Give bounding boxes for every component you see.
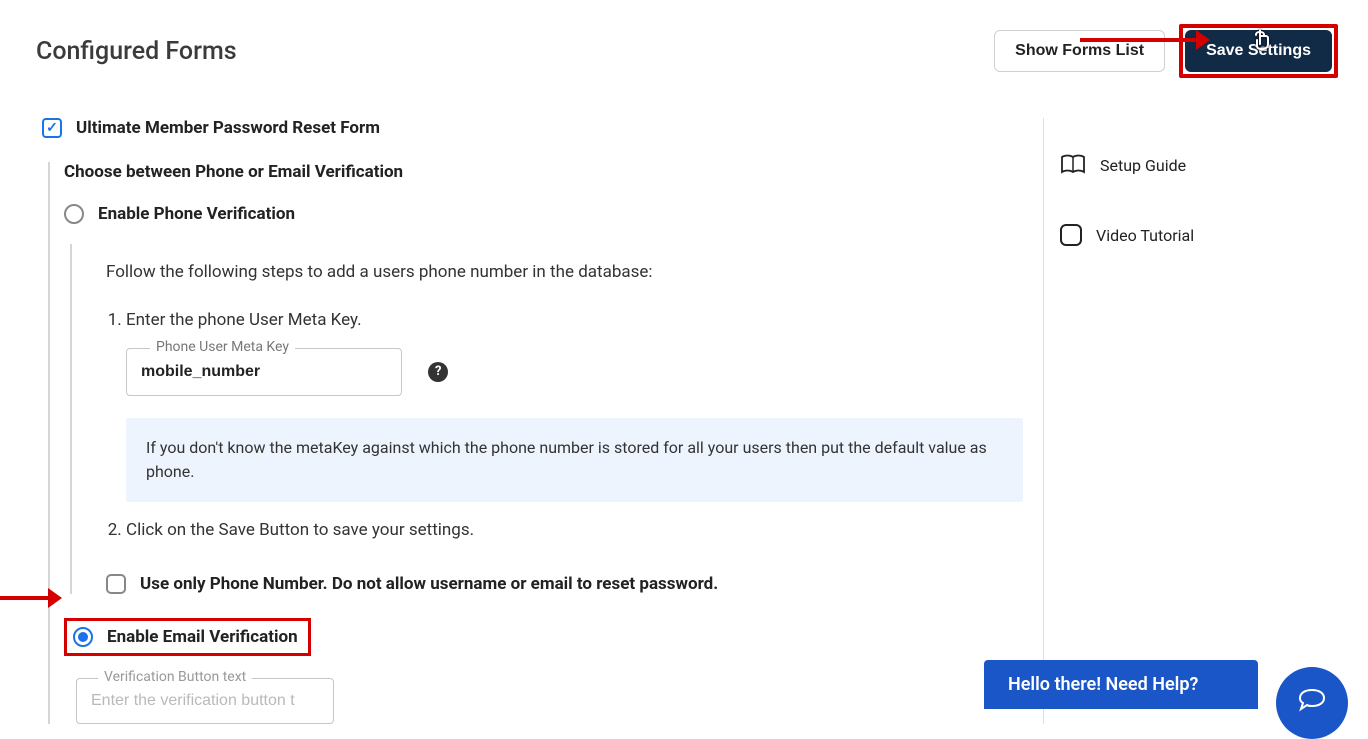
annotation-arrow-left — [0, 596, 48, 600]
phone-meta-key-label: Phone User Meta Key — [150, 339, 295, 355]
step-1: Enter the phone User Meta Key. Phone Use… — [126, 310, 1023, 502]
annotation-highlight-email: Enable Email Verification — [64, 618, 311, 656]
steps-intro-text: Follow the following steps to add a user… — [106, 262, 1023, 282]
cursor-icon — [1254, 28, 1272, 50]
enable-email-label: Enable Email Verification — [107, 627, 298, 647]
annotation-arrow-top — [1080, 38, 1196, 42]
page-title: Configured Forms — [36, 37, 237, 66]
book-icon — [1060, 154, 1086, 176]
help-icon[interactable]: ? — [428, 362, 448, 382]
form-enabled-checkbox[interactable] — [42, 118, 62, 138]
setup-guide-label: Setup Guide — [1100, 156, 1186, 175]
chat-fab-button[interactable] — [1276, 667, 1348, 739]
setup-guide-link[interactable]: Setup Guide — [1060, 154, 1338, 176]
video-tutorial-label: Video Tutorial — [1096, 226, 1194, 245]
verification-button-text-label: Verification Button text — [98, 669, 252, 685]
only-phone-checkbox[interactable] — [106, 574, 126, 594]
show-forms-list-button[interactable]: Show Forms List — [994, 30, 1165, 72]
phone-meta-key-input[interactable] — [126, 348, 402, 396]
enable-phone-label: Enable Phone Verification — [98, 204, 295, 224]
chat-icon — [1295, 686, 1329, 720]
form-enabled-label: Ultimate Member Password Reset Form — [76, 118, 380, 138]
meta-key-info-box: If you don't know the metaKey against wh… — [126, 418, 1023, 502]
help-chat-bubble[interactable]: Hello there! Need Help? — [984, 660, 1258, 709]
choose-verification-heading: Choose between Phone or Email Verificati… — [64, 162, 1023, 182]
video-tutorial-link[interactable]: Video Tutorial — [1060, 224, 1338, 246]
only-phone-label: Use only Phone Number. Do not allow user… — [140, 574, 718, 594]
step-2: Click on the Save Button to save your se… — [126, 520, 1023, 540]
enable-phone-radio[interactable] — [64, 204, 84, 224]
enable-email-radio[interactable] — [73, 627, 93, 647]
video-icon — [1060, 224, 1082, 246]
